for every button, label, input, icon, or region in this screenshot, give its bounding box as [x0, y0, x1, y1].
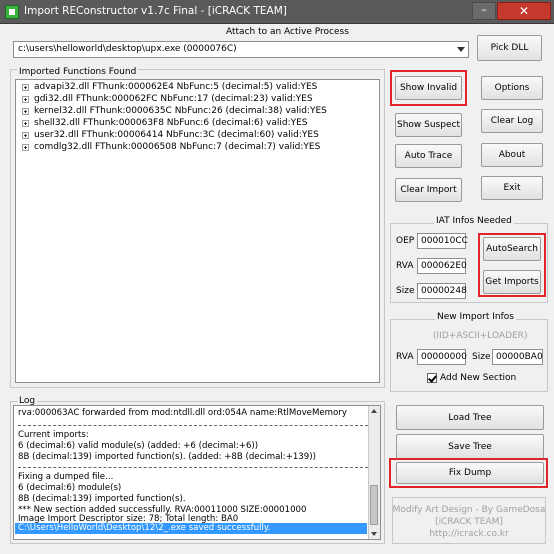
tree-item-user32[interactable]: user32.dll FThunk:00006414 NbFunc:3C (de…: [22, 130, 319, 140]
log-line: 8B (decimal:139) imported function(s).: [18, 494, 186, 504]
fix-dump-button[interactable]: Fix Dump: [396, 462, 544, 484]
expand-icon[interactable]: [22, 143, 29, 151]
new-rva-field[interactable]: 00000000: [417, 349, 467, 365]
checkmark-icon: [428, 373, 437, 383]
autosearch-button[interactable]: AutoSearch: [483, 237, 541, 261]
size-field[interactable]: 00000248: [417, 283, 467, 299]
imported-functions-tree[interactable]: advapi32.dll FThunk:000062E4 NbFunc:5 (d…: [15, 79, 380, 383]
new-rva-label: RVA: [396, 352, 414, 362]
pick-dll-button[interactable]: Pick DLL: [477, 35, 542, 61]
new-size-label: Size: [472, 352, 491, 362]
new-size-field[interactable]: 00000BA0: [492, 349, 543, 365]
expand-icon[interactable]: [22, 95, 29, 103]
tree-item-comdlg32[interactable]: comdlg32.dll FThunk:00006508 NbFunc:7 (d…: [22, 142, 320, 152]
exit-button[interactable]: Exit: [481, 176, 543, 200]
credits-line-3: http://icrack.co.kr: [429, 529, 509, 539]
chevron-down-icon[interactable]: [457, 47, 465, 52]
log-line: rva:000063AC forwarded from mod:ntdll.dl…: [18, 408, 347, 418]
title-bar: Import REConstructor v1.7c Final - [iCRA…: [0, 0, 554, 24]
tree-item-advapi32[interactable]: advapi32.dll FThunk:000062E4 NbFunc:5 (d…: [22, 82, 317, 92]
show-invalid-button[interactable]: Show Invalid: [395, 76, 462, 100]
close-button[interactable]: ✕: [497, 2, 551, 20]
oep-field[interactable]: 000010CC: [417, 233, 468, 249]
add-new-section-label: Add New Section: [440, 373, 517, 383]
new-import-label: New Import Infos: [435, 312, 516, 322]
about-button[interactable]: About: [481, 143, 543, 167]
size-label: Size: [396, 286, 415, 296]
oep-label: OEP: [396, 236, 415, 246]
app-icon: [5, 5, 19, 19]
save-tree-button[interactable]: Save Tree: [396, 434, 544, 459]
imported-functions-label: Imported Functions Found: [17, 67, 139, 77]
log-separator: [18, 425, 368, 426]
new-import-subtitle: (IID+ASCII+LOADER): [433, 331, 528, 341]
tree-item-shell32[interactable]: shell32.dll FThunk:000063F8 NbFunc:6 (de…: [22, 118, 308, 128]
clear-log-button[interactable]: Clear Log: [481, 109, 543, 133]
scroll-up-icon[interactable]: [371, 409, 377, 413]
rva-field[interactable]: 000062E0: [417, 258, 467, 274]
log-textbox[interactable]: rva:000063AC forwarded from mod:ntdll.dl…: [13, 405, 381, 540]
scroll-down-icon[interactable]: [371, 532, 377, 536]
log-line: 6 (decimal:6) valid module(s) (added: +6…: [18, 441, 259, 451]
show-suspect-button[interactable]: Show Suspect: [395, 113, 462, 137]
options-button[interactable]: Options: [481, 76, 543, 100]
load-tree-button[interactable]: Load Tree: [396, 405, 544, 430]
credits-line-2: [iCRACK TEAM]: [435, 517, 503, 527]
minimize-button[interactable]: –: [472, 2, 496, 20]
log-line: 6 (decimal:6) module(s): [18, 483, 122, 493]
get-imports-button[interactable]: Get Imports: [483, 270, 541, 294]
window-title: Import REConstructor v1.7c Final - [iCRA…: [24, 5, 287, 17]
credits-line-1: Modify Art Design - By GameDosa: [392, 505, 546, 515]
process-dropdown[interactable]: c:\users\helloworld\desktop\upx.exe (000…: [13, 41, 469, 58]
iat-infos-label: IAT Infos Needed: [434, 216, 514, 226]
attach-label: Attach to an Active Process: [226, 27, 349, 37]
process-value: c:\users\helloworld\desktop\upx.exe (000…: [18, 44, 237, 54]
add-new-section-checkbox[interactable]: [427, 373, 437, 383]
rva-label: RVA: [396, 261, 414, 271]
expand-icon[interactable]: [22, 131, 29, 139]
tree-item-gdi32[interactable]: gdi32.dll FThunk:000062FC NbFunc:17 (dec…: [22, 94, 313, 104]
log-line-selected[interactable]: C:\Users\HelloWorld\Desktop\12\2_.exe sa…: [18, 523, 270, 533]
log-line: Current imports:: [18, 430, 89, 440]
log-separator: [18, 467, 368, 468]
expand-icon[interactable]: [22, 107, 29, 115]
auto-trace-button[interactable]: Auto Trace: [395, 144, 462, 168]
expand-icon[interactable]: [22, 119, 29, 127]
scroll-thumb[interactable]: [370, 485, 378, 525]
log-line: Fixing a dumped file...: [18, 472, 114, 482]
log-line: 8B (decimal:139) imported function(s). (…: [18, 452, 316, 462]
log-scrollbar[interactable]: [368, 406, 380, 539]
expand-icon[interactable]: [22, 83, 29, 91]
clear-import-button[interactable]: Clear Import: [395, 178, 462, 202]
tree-item-kernel32[interactable]: kernel32.dll FThunk:0000635C NbFunc:26 (…: [22, 106, 327, 116]
